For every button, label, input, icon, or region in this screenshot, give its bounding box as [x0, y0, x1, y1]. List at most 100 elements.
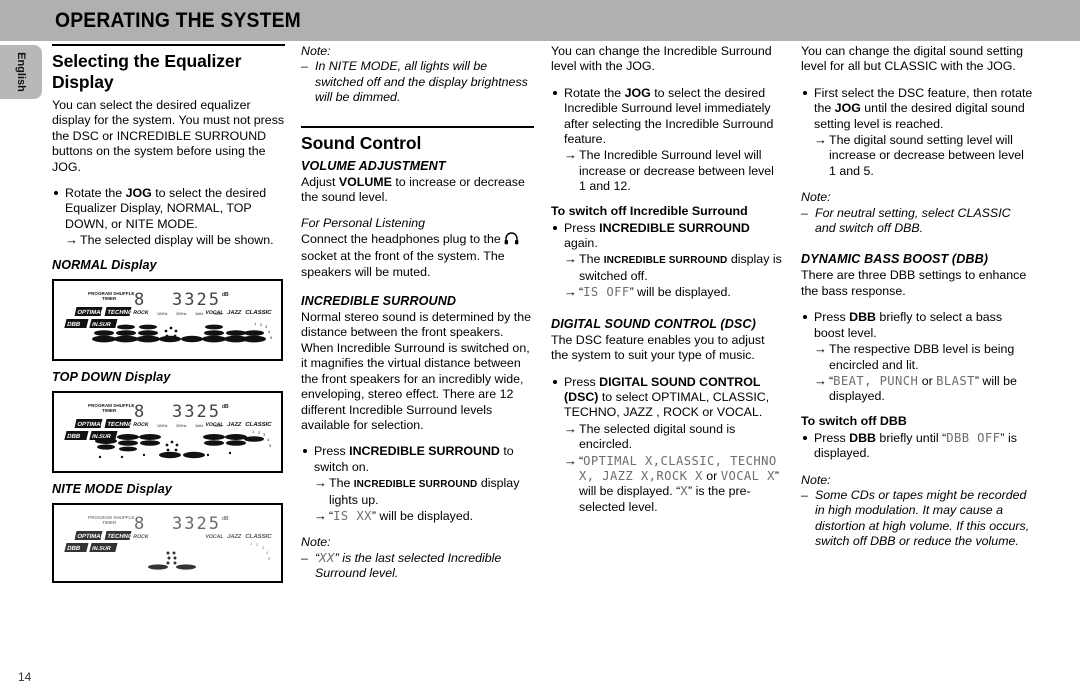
figure-nitemode-display: PROGRAM SHUFFLE TIMER 8 3325 dB OPTIMAL …	[52, 502, 283, 583]
arrow-right-icon: →	[814, 341, 827, 357]
svg-text:CLASSIC: CLASSIC	[245, 422, 273, 428]
svg-text:1kHz: 1kHz	[195, 312, 203, 316]
c4b2-pre: Press	[814, 310, 850, 325]
svg-text:ROCK: ROCK	[133, 310, 150, 316]
a2-post: ” will be displayed.	[371, 508, 474, 523]
page-title: OPERATING THE SYSTEM	[55, 9, 301, 32]
svg-text:3: 3	[262, 545, 265, 550]
bullet-dot-icon	[553, 225, 557, 230]
note-label-xx: Note:	[301, 535, 331, 550]
svg-text:1: 1	[250, 541, 253, 546]
lcd-graphic-topdown: PROGRAM SHUFFLE TIMER 8 3325 dB OPTIMAL …	[64, 402, 273, 458]
c4a2: The respective DBB level is being encirc…	[829, 342, 1015, 372]
surround-level-intro: You can change the Incredible Surround l…	[551, 44, 772, 74]
c3a1: The Incredible Surround level will incre…	[579, 148, 774, 194]
c4so-pre: Press	[814, 430, 850, 445]
svg-text:3325: 3325	[172, 290, 221, 310]
c4so-lcd: DBB OFF	[946, 430, 1001, 445]
caption-nitemode-display: NITE MODE Display	[52, 481, 172, 496]
svg-text:3: 3	[263, 432, 266, 437]
svg-text:DBB: DBB	[66, 433, 81, 440]
svg-text:1: 1	[252, 429, 255, 434]
arrow-text: The selected display will be shown.	[80, 233, 274, 248]
a2-lcd: IS XX	[333, 508, 372, 523]
bullet-rotate-jog: Rotate the JOG to select the desired Equ…	[52, 186, 285, 249]
c4so-bold: DBB	[849, 430, 876, 445]
c4b1-bold: JOG	[834, 101, 861, 116]
arrow-right-icon: →	[314, 507, 327, 523]
arrow-dsc-values-displayed: → “OPTIMAL X,CLASSIC, TECHNO X, JAZZ X,R…	[564, 453, 784, 516]
svg-text:1: 1	[254, 321, 257, 326]
svg-text:TECHNO: TECHNO	[107, 534, 134, 540]
c3so-post: again.	[564, 236, 598, 251]
svg-text:3325: 3325	[172, 514, 221, 534]
c4so-mid: briefly until “	[875, 430, 947, 445]
svg-text:100Hz: 100Hz	[157, 312, 168, 316]
c3a3-lcd: IS OFF	[583, 285, 630, 300]
note-dash-icon: –	[301, 59, 308, 74]
note-text-nite: – In NITE MODE, all lights will be switc…	[301, 59, 534, 105]
arrow-right-icon: →	[564, 251, 577, 267]
c4n2: Some CDs or tapes might be recorded in h…	[815, 487, 1030, 549]
language-tab-label: English	[15, 52, 27, 92]
heading-switch-off-dbb: To switch off DBB	[801, 413, 907, 428]
arrow-display-switched-off: → The INCREDIBLE SURROUND display is swi…	[564, 251, 784, 284]
n2-post: ” is the last selected Incredible Surrou…	[315, 550, 502, 581]
c4a1: The digital sound setting level will inc…	[829, 133, 1024, 178]
figure-topdown-display: PROGRAM SHUFFLE TIMER 8 3325 dB OPTIMAL …	[52, 390, 283, 473]
svg-text:2: 2	[260, 322, 263, 327]
pl-pre: Connect the headphones plug to the	[301, 231, 505, 246]
bullet-rotate-jog-surround: Rotate the JOG to select the desired Inc…	[551, 86, 784, 195]
bullet-text-bold: JOG	[125, 186, 152, 201]
bullet-dot-icon	[54, 191, 58, 196]
svg-text:dB: dB	[222, 404, 229, 410]
svg-text:5: 5	[268, 556, 271, 561]
c3b1-bold: JOG	[624, 85, 651, 100]
bullet-dot-icon	[553, 90, 557, 95]
a1-pre: The	[329, 476, 354, 491]
svg-text:3kHz: 3kHz	[214, 424, 222, 428]
arrow-dbb-values-displayed: → “BEAT, PUNCH or BLAST” will be display…	[814, 373, 1034, 405]
bis-pre: Press	[314, 444, 350, 459]
c4a3-lcd: BEAT, PUNCH	[833, 373, 919, 388]
svg-text:OPTIMAL: OPTIMAL	[77, 310, 105, 316]
svg-text:3325: 3325	[172, 402, 221, 422]
svg-text:300Hz: 300Hz	[176, 424, 187, 428]
svg-text:JAZZ: JAZZ	[227, 310, 243, 316]
note-text-xx: – “XX” is the last selected Incredible S…	[301, 551, 534, 582]
svg-text:TIMER: TIMER	[102, 520, 117, 525]
personal-listening-text: Connect the headphones plug to the socke…	[301, 232, 534, 280]
note-dash-icon: –	[301, 550, 308, 565]
arrow-right-icon: →	[564, 420, 577, 436]
lcd-graphic-normal: PROGRAM SHUFFLE TIMER 8 3325 dB OPTIMAL …	[64, 290, 273, 343]
arrow-right-icon: →	[814, 132, 827, 148]
svg-text:4: 4	[268, 329, 271, 334]
heading-personal-listening: For Personal Listening	[301, 216, 425, 231]
section-rule-2	[301, 125, 534, 128]
n2-lcd: XX	[319, 550, 335, 565]
caption-normal-display: NORMAL Display	[52, 257, 157, 272]
page-number: 14	[18, 670, 32, 684]
note-dash-icon: –	[801, 487, 808, 502]
arrow-right-icon: →	[564, 284, 577, 300]
svg-text:OPTIMAL: OPTIMAL	[77, 534, 105, 540]
svg-text:DBB: DBB	[66, 321, 81, 328]
pl-post: socket at the front of the system. The s…	[301, 249, 505, 279]
c3a2-caps: INCREDIBLE SURROUND	[603, 255, 728, 267]
note-dash-icon: –	[801, 205, 808, 220]
svg-text:TECHNO: TECHNO	[107, 422, 134, 428]
svg-text:VOCAL: VOCAL	[205, 534, 225, 540]
subhead-volume-adjustment: VOLUME ADJUSTMENT	[301, 158, 446, 173]
arrow-is-xx-displayed: → “IS XX” will be displayed.	[314, 507, 534, 524]
svg-text:dB: dB	[222, 516, 229, 522]
svg-text:JAZZ: JAZZ	[227, 534, 243, 540]
svg-text:CLASSIC: CLASSIC	[245, 310, 273, 316]
c3a5-lcd2: VOCAL X	[720, 468, 775, 483]
bullet-press-dbb-until-off: Press DBB briefly until “DBB OFF” is dis…	[801, 431, 1034, 462]
svg-text:5: 5	[269, 443, 272, 448]
c4n1: For neutral setting, select CLASSIC and …	[815, 205, 1011, 236]
subhead-dynamic-bass-boost: DYNAMIC BASS BOOST (DBB)	[801, 252, 989, 267]
svg-text:TIMER: TIMER	[102, 408, 117, 413]
dbb-intro-text: There are three DBB settings to enhance …	[801, 268, 1027, 298]
svg-text:3kHz: 3kHz	[214, 312, 222, 316]
